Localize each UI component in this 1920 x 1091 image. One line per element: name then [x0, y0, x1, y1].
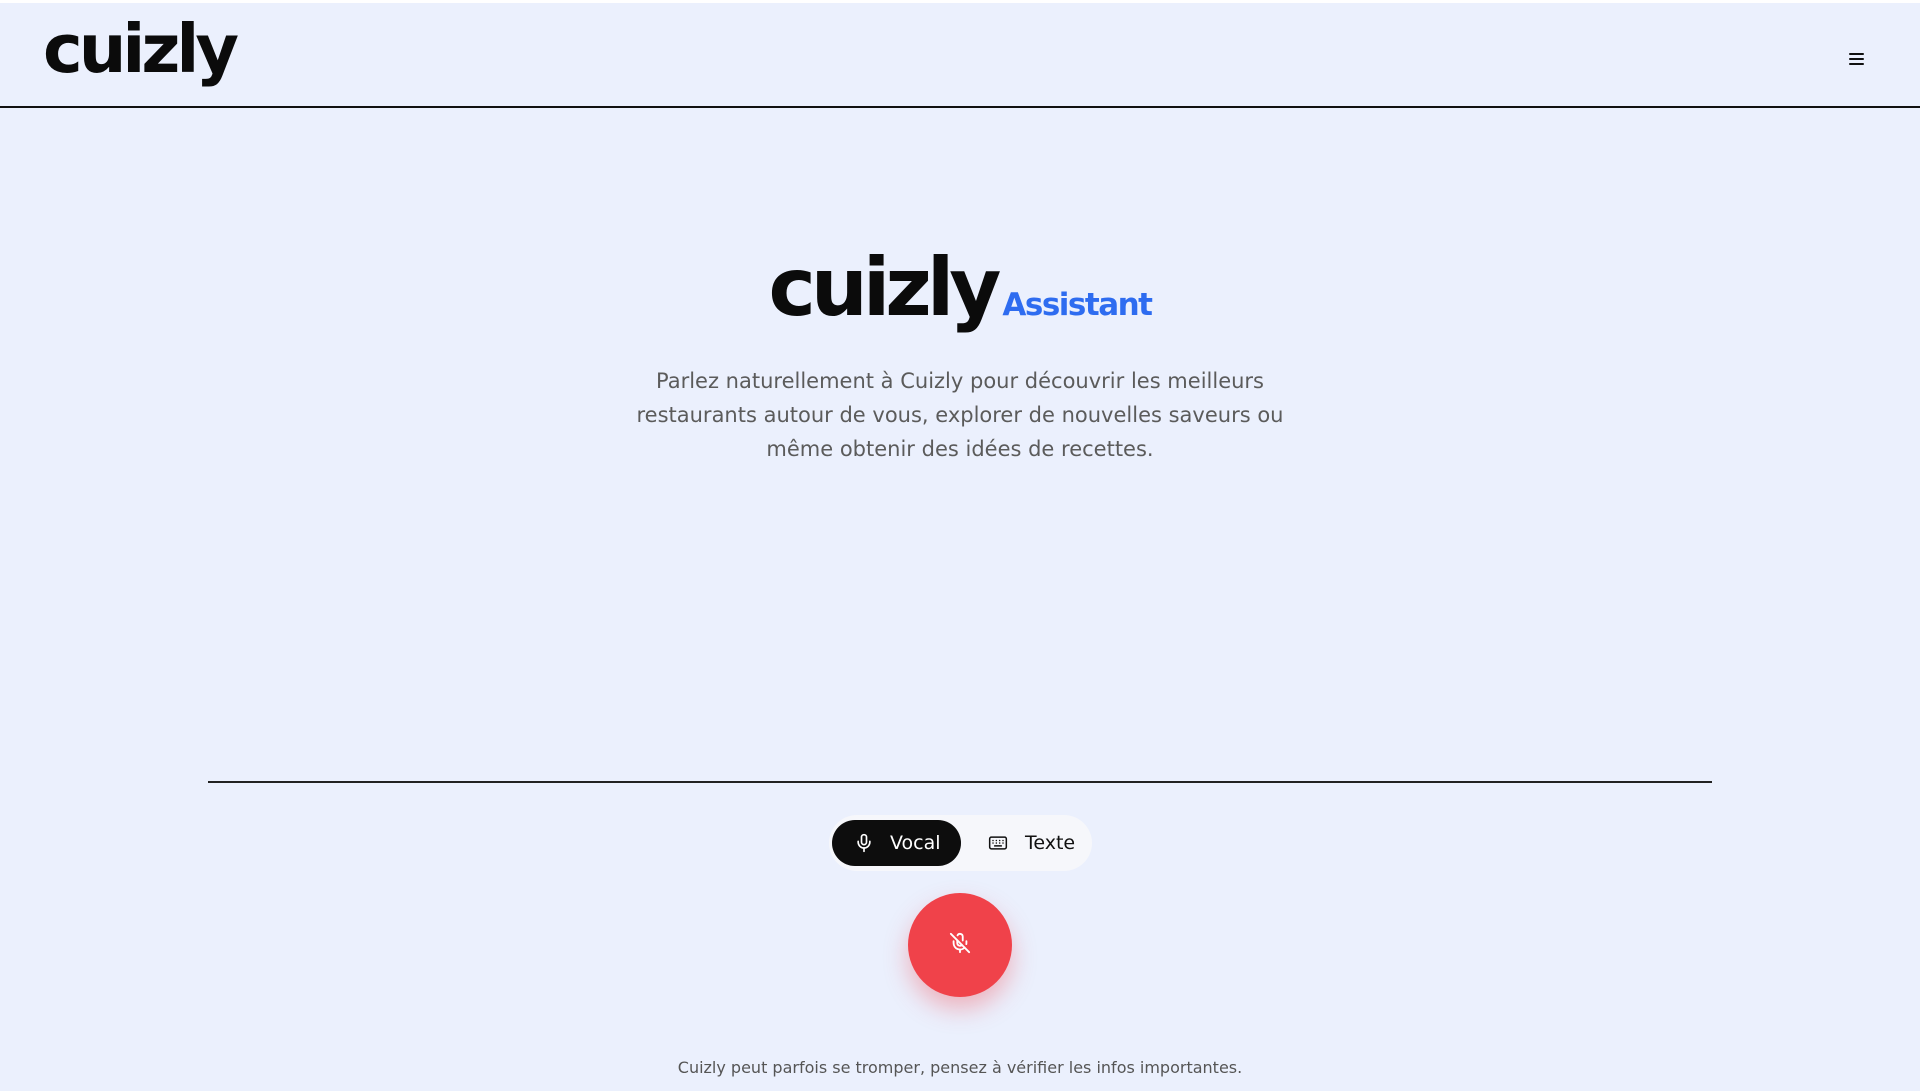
- texte-mode-button[interactable]: Texte: [979, 820, 1089, 866]
- hero-logo: cuizly Assistant: [0, 248, 1920, 328]
- microphone-icon: [854, 833, 874, 853]
- vocal-mode-label: Vocal: [890, 832, 941, 854]
- hero-subtitle: Assistant: [1002, 287, 1153, 323]
- brand-logo[interactable]: cuizly: [43, 16, 239, 83]
- hamburger-menu-icon[interactable]: [1842, 45, 1872, 73]
- mic-toggle-button[interactable]: [908, 893, 1012, 997]
- mode-toggle: Vocal Texte: [829, 815, 1092, 871]
- texte-mode-label: Texte: [1025, 832, 1076, 854]
- keyboard-icon: [987, 833, 1009, 853]
- intro-text: Parlez naturellement à Cuizly pour décou…: [636, 369, 1284, 461]
- disclaimer-text: Cuizly peut parfois se tromper, pensez à…: [677, 1058, 1243, 1077]
- site-header: cuizly: [0, 3, 1920, 108]
- chat-divider: [208, 781, 1712, 783]
- vocal-mode-button[interactable]: Vocal: [832, 820, 961, 866]
- hero-brand: cuizly: [768, 241, 1001, 334]
- microphone-off-icon: [949, 932, 971, 958]
